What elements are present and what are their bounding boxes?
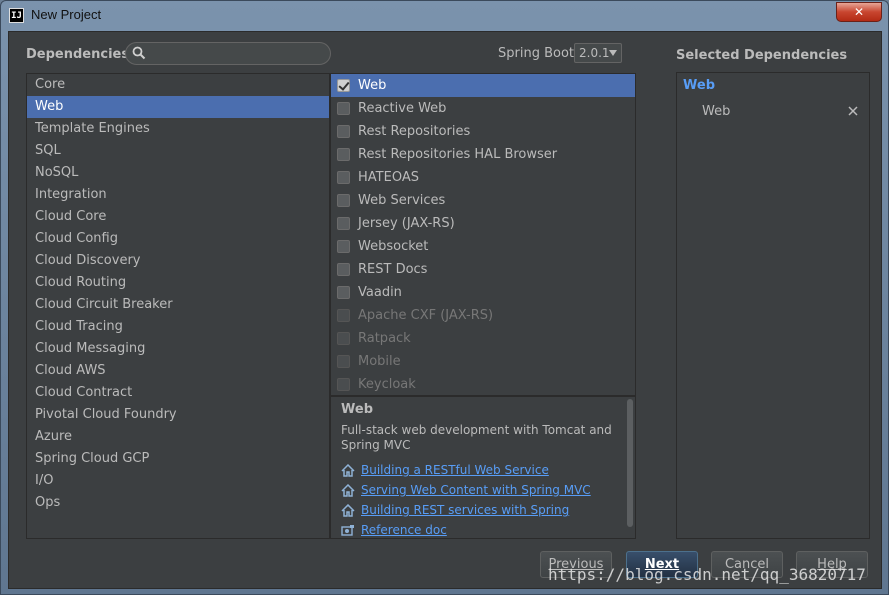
- spring-boot-version-select[interactable]: 2.0.1: [574, 43, 622, 63]
- dependency-label: Ratpack: [358, 331, 411, 346]
- dependency-item[interactable]: REST Docs: [331, 258, 635, 281]
- close-button[interactable]: ✕: [836, 2, 882, 22]
- checkbox[interactable]: [337, 286, 350, 299]
- guide-link[interactable]: Building a RESTful Web Service: [361, 463, 549, 477]
- dependency-item: Ratpack: [331, 327, 635, 350]
- category-item[interactable]: Cloud Discovery: [27, 250, 329, 272]
- checkbox: [337, 332, 350, 345]
- dependencies-label: Dependencies: [26, 47, 130, 62]
- checkbox[interactable]: [337, 102, 350, 115]
- dependency-label: HATEOAS: [358, 170, 419, 185]
- guide-link[interactable]: Serving Web Content with Spring MVC: [361, 483, 591, 497]
- home-icon: [341, 464, 355, 477]
- checkbox: [337, 378, 350, 391]
- selected-dependencies-title: Selected Dependencies: [676, 48, 848, 63]
- dependency-item[interactable]: Web: [331, 74, 635, 97]
- dependency-item[interactable]: Rest Repositories: [331, 120, 635, 143]
- category-item[interactable]: Cloud Core: [27, 206, 329, 228]
- search-icon: [132, 46, 146, 60]
- dependency-item[interactable]: Websocket: [331, 235, 635, 258]
- checkbox: [337, 355, 350, 368]
- checkbox[interactable]: [337, 194, 350, 207]
- title-bar[interactable]: IJ New Project ✕: [1, 1, 889, 31]
- dependency-label: Web: [358, 78, 387, 93]
- dependency-item[interactable]: Jersey (JAX-RS): [331, 212, 635, 235]
- watermark: https://blog.csdn.net/qq_36820717: [548, 565, 866, 584]
- category-item[interactable]: Cloud Circuit Breaker: [27, 294, 329, 316]
- category-item[interactable]: Ops: [27, 492, 329, 514]
- dependency-label: Websocket: [358, 239, 429, 254]
- dependency-label: Keycloak: [358, 377, 416, 392]
- dependency-label: Vaadin: [358, 285, 402, 300]
- search-input[interactable]: [152, 45, 324, 62]
- dependency-list[interactable]: Web Reactive Web Rest Repositories Rest Rep…: [330, 73, 636, 396]
- selected-item: Web: [702, 104, 731, 119]
- dependency-item[interactable]: HATEOAS: [331, 166, 635, 189]
- spring-boot-version-value: 2.0.1: [579, 46, 610, 60]
- checkbox[interactable]: [337, 171, 350, 184]
- selected-dependencies-panel: Web Web: [676, 72, 870, 539]
- description-title: Web: [341, 402, 373, 417]
- home-icon: [341, 504, 355, 517]
- home-icon: [341, 484, 355, 497]
- category-item[interactable]: NoSQL: [27, 162, 329, 184]
- category-item[interactable]: Template Engines: [27, 118, 329, 140]
- category-list[interactable]: Core Web Template Engines SQL NoSQL Integrati…: [26, 73, 330, 539]
- category-item[interactable]: Pivotal Cloud Foundry: [27, 404, 329, 426]
- dependency-item[interactable]: Web Services: [331, 189, 635, 212]
- guide-link[interactable]: Building REST services with Spring: [361, 503, 569, 517]
- dependency-label: Mobile: [358, 354, 401, 369]
- category-item[interactable]: Cloud Config: [27, 228, 329, 250]
- dialog-window: IJ New Project ✕ Dependencies Spring Boo…: [0, 0, 889, 595]
- category-item[interactable]: Spring Cloud GCP: [27, 448, 329, 470]
- category-item[interactable]: SQL: [27, 140, 329, 162]
- category-item[interactable]: Cloud Contract: [27, 382, 329, 404]
- dependency-label: Reactive Web: [358, 101, 447, 116]
- dialog-content: Dependencies Spring Boot 2.0.1 Selected …: [8, 31, 882, 589]
- category-item[interactable]: Azure: [27, 426, 329, 448]
- category-item[interactable]: I/O: [27, 470, 329, 492]
- remove-icon[interactable]: [848, 106, 858, 116]
- category-item[interactable]: Cloud AWS: [27, 360, 329, 382]
- checkbox[interactable]: [337, 148, 350, 161]
- description-scrollbar[interactable]: [627, 399, 633, 527]
- dependency-label: Rest Repositories: [358, 124, 471, 139]
- dependency-label: REST Docs: [358, 262, 428, 277]
- book-icon: [341, 525, 354, 536]
- search-field[interactable]: [125, 42, 331, 65]
- category-item[interactable]: Cloud Tracing: [27, 316, 329, 338]
- dependency-item: Mobile: [331, 350, 635, 373]
- dependency-label: Apache CXF (JAX-RS): [358, 308, 494, 323]
- dependency-label: Jersey (JAX-RS): [358, 216, 455, 231]
- dependency-item: Keycloak: [331, 373, 635, 396]
- guide-link[interactable]: Reference doc: [361, 523, 447, 537]
- category-item[interactable]: Cloud Messaging: [27, 338, 329, 360]
- checkbox[interactable]: [337, 240, 350, 253]
- dependency-item[interactable]: Reactive Web: [331, 97, 635, 120]
- checkbox: [337, 309, 350, 322]
- selected-group-label: Web: [683, 78, 715, 93]
- dependency-item: Apache CXF (JAX-RS): [331, 304, 635, 327]
- intellij-icon: IJ: [9, 8, 24, 23]
- category-item[interactable]: Core: [27, 74, 329, 96]
- chevron-down-icon: [609, 50, 617, 56]
- description-panel: Web Full-stack web development with Tomc…: [330, 396, 636, 539]
- description-text: Full-stack web development with Tomcat a…: [341, 423, 612, 452]
- category-item[interactable]: Integration: [27, 184, 329, 206]
- dependency-item[interactable]: Rest Repositories HAL Browser: [331, 143, 635, 166]
- dependency-label: Rest Repositories HAL Browser: [358, 147, 558, 162]
- checkbox[interactable]: [337, 79, 350, 92]
- spring-boot-label: Spring Boot: [498, 46, 575, 61]
- checkbox[interactable]: [337, 125, 350, 138]
- dependency-label: Web Services: [358, 193, 446, 208]
- checkbox[interactable]: [337, 217, 350, 230]
- category-item[interactable]: Web: [27, 96, 329, 118]
- window-title: New Project: [31, 7, 102, 22]
- dependency-item[interactable]: Vaadin: [331, 281, 635, 304]
- checkbox[interactable]: [337, 263, 350, 276]
- category-item[interactable]: Cloud Routing: [27, 272, 329, 294]
